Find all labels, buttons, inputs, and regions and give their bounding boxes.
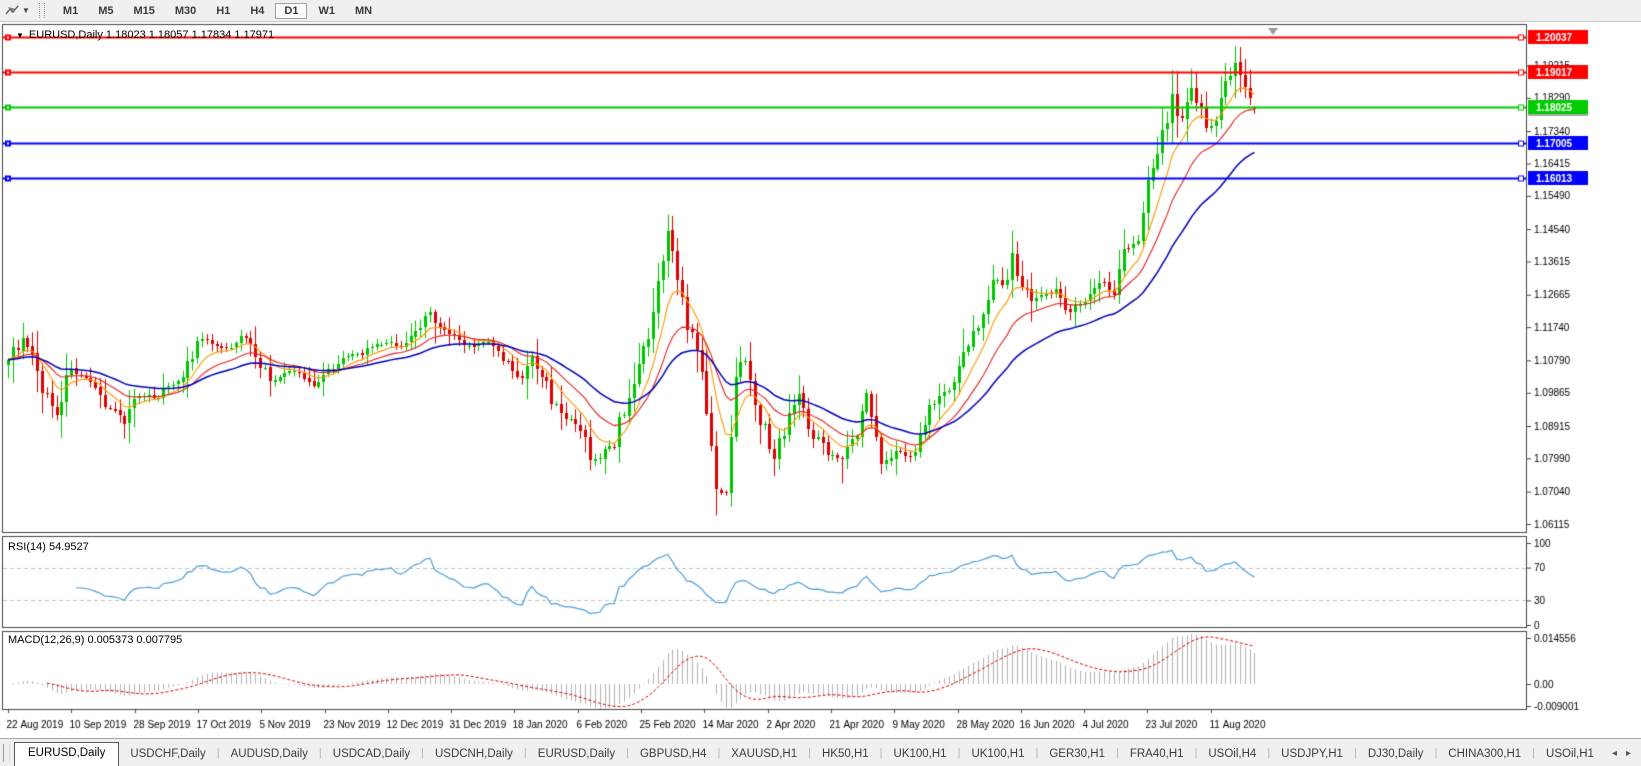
chart-tab-usoil-h4[interactable]: USOil,H4: [1197, 744, 1267, 766]
timeframe-button-mn[interactable]: MN: [346, 3, 381, 19]
chart-tab-xauusd-h1[interactable]: XAUUSD,H1: [720, 744, 808, 766]
chart-tab-usdcad-daily[interactable]: USDCAD,Daily: [322, 744, 421, 766]
chart-window: ▼ EURUSD,Daily 1.18023 1.18057 1.17834 1…: [0, 22, 1641, 738]
chart-title: ▼ EURUSD,Daily 1.18023 1.18057 1.17834 1…: [16, 29, 274, 41]
chart-tab-uk100-h1[interactable]: UK100,H1: [883, 744, 958, 766]
timeframe-button-w1[interactable]: W1: [309, 3, 344, 19]
tab-scroll-left-icon[interactable]: ◂: [1612, 748, 1617, 759]
timeframe-button-m30[interactable]: M30: [166, 3, 205, 19]
chart-tab-uk100-h1[interactable]: UK100,H1: [960, 744, 1035, 766]
timeframe-button-m5[interactable]: M5: [89, 3, 122, 19]
timeframe-button-h1[interactable]: H1: [207, 3, 239, 19]
symbol-dropdown-icon[interactable]: ▼: [16, 31, 24, 40]
timeframe-button-m15[interactable]: M15: [124, 3, 163, 19]
chart-tab-usoil-h1[interactable]: USOil,H1: [1535, 744, 1605, 766]
chart-tab-fra40-h1[interactable]: FRA40,H1: [1119, 744, 1195, 766]
top-toolbar: ▼ M1 M5 M15 M30 H1 H4 D1 W1 MN: [0, 0, 1641, 22]
chart-tab-usdcnh-daily[interactable]: USDCNH,Daily: [424, 744, 524, 766]
chart-title-text: EURUSD,Daily 1.18023 1.18057 1.17834 1.1…: [28, 29, 275, 41]
timeframe-button-d1[interactable]: D1: [275, 2, 308, 19]
chart-tab-hk50-h1[interactable]: HK50,H1: [811, 744, 880, 766]
macd-indicator-label: MACD(12,26,9) 0.005373 0.007795: [8, 634, 183, 646]
toolbar-grip[interactable]: [38, 3, 45, 18]
tab-scroll-arrows: ◂ ▸: [1608, 748, 1639, 766]
timeframe-button-h4[interactable]: H4: [241, 3, 273, 19]
chart-tab-gbpusd-h4[interactable]: GBPUSD,H4: [629, 744, 717, 766]
chart-tab-eurusd-daily[interactable]: EURUSD,Daily: [14, 742, 120, 766]
chart-tab-dj30-daily[interactable]: DJ30,Daily: [1357, 744, 1435, 766]
chart-cursor-icon[interactable]: [3, 3, 21, 19]
chart-tab-usdjpy-h1[interactable]: USDJPY,H1: [1270, 744, 1354, 766]
chart-tab-audusd-daily[interactable]: AUDUSD,Daily: [220, 744, 319, 766]
price-chart-canvas[interactable]: [0, 22, 1641, 738]
rsi-indicator-label: RSI(14) 54.9527: [8, 541, 89, 553]
tab-scroll-right-icon[interactable]: ▸: [1626, 748, 1631, 759]
chart-tab-eurusd-daily[interactable]: EURUSD,Daily: [527, 744, 626, 766]
chevron-down-icon[interactable]: ▼: [22, 6, 30, 15]
chart-tab-usdchf-daily[interactable]: USDCHF,Daily: [119, 744, 216, 766]
timeframe-button-m1[interactable]: M1: [54, 3, 87, 19]
timeframe-buttons: M1 M5 M15 M30 H1 H4 D1 W1 MN: [53, 2, 382, 19]
chart-tab-china300-h1[interactable]: CHINA300,H1: [1437, 744, 1532, 766]
chart-tab-ger30-h1[interactable]: GER30,H1: [1038, 744, 1116, 766]
chart-tab-bar: EURUSD,Daily USDCHF,Daily | AUDUSD,Daily | US…: [0, 738, 1641, 766]
chart-tabs: EURUSD,Daily USDCHF,Daily | AUDUSD,Daily | US…: [14, 742, 1605, 766]
tabbar-grip[interactable]: [3, 744, 10, 762]
